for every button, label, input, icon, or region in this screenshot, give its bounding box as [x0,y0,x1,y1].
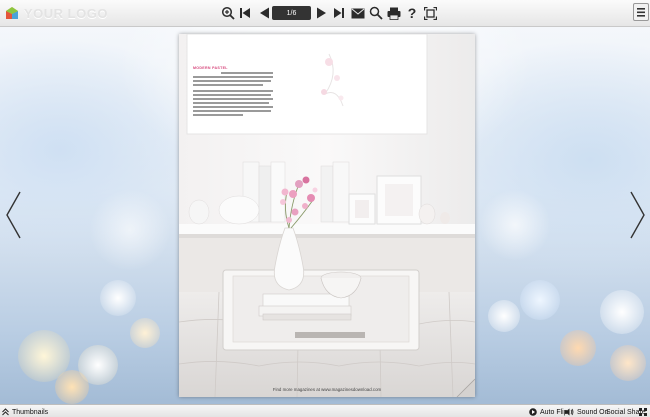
chevron-right-icon [630,191,645,239]
print-icon [387,7,401,20]
help-button[interactable]: ? [404,5,420,21]
fullscreen-button[interactable] [422,5,438,21]
sound-label: Sound On [577,408,609,416]
bokeh-light [610,345,646,381]
bokeh-light [90,190,170,270]
auto-flip-label: Auto Flip [540,408,568,416]
page-indicator: 1/6 [286,9,297,17]
first-page-icon [240,8,250,18]
bokeh-light [130,318,160,348]
page-heading: MODERN PASTEL [193,66,228,70]
menu-icon [637,7,645,17]
bokeh-light [560,330,596,366]
speaker-icon [565,408,574,416]
bokeh-light [480,190,550,260]
last-page-icon [334,8,344,18]
bokeh-light [100,280,136,316]
bokeh-light [520,280,560,320]
bokeh-light [488,300,520,332]
print-button[interactable] [386,5,402,21]
bottom-bar: Thumbnails Auto Flip Sound On Social Sha… [0,404,650,417]
page-number-field[interactable]: 1/6 [272,6,311,20]
page-photo [179,34,475,397]
email-button[interactable] [350,5,366,21]
menu-button[interactable] [633,3,649,21]
grid-button[interactable] [639,407,647,417]
thumbnails-label: Thumbnails [12,408,49,416]
logo: YOUR LOGO [4,3,108,23]
next-page-button[interactable] [313,5,329,21]
logo-icon [6,7,18,19]
previous-page-icon [259,7,269,19]
bokeh-light [55,370,89,404]
bokeh-light [600,290,644,334]
help-icon: ? [407,5,417,21]
search-button[interactable] [368,5,384,21]
previous-page-button[interactable] [256,5,272,21]
sound-button[interactable]: Sound On [565,407,609,417]
magazine-page[interactable]: MODERN PASTEL Find more magazines at www… [179,34,475,397]
top-toolbar: YOUR LOGO 1/6 ? [0,0,650,27]
email-icon [351,8,365,18]
flipbook-stage: MODERN PASTEL Find more magazines at www… [0,0,650,417]
chevron-up-double-icon [2,408,9,416]
auto-flip-button[interactable]: Auto Flip [529,407,568,417]
fullscreen-icon [423,6,437,20]
logo-text: YOUR LOGO [24,5,108,21]
previous-page-arrow[interactable] [4,190,24,240]
grid-icon [639,408,647,416]
zoom-in-icon [221,6,235,20]
play-icon [529,408,537,416]
bokeh-light [18,330,70,382]
last-page-button[interactable] [331,5,347,21]
first-page-button[interactable] [237,5,253,21]
thumbnails-button[interactable]: Thumbnails [2,407,48,417]
chevron-left-icon [6,191,21,239]
zoom-in-button[interactable] [220,5,236,21]
bokeh-light [78,345,118,385]
next-page-arrow[interactable] [627,190,647,240]
page-footer-text: Find more magazines at www.magazinesdown… [272,387,382,392]
next-page-icon [316,7,326,19]
search-icon [369,6,383,20]
